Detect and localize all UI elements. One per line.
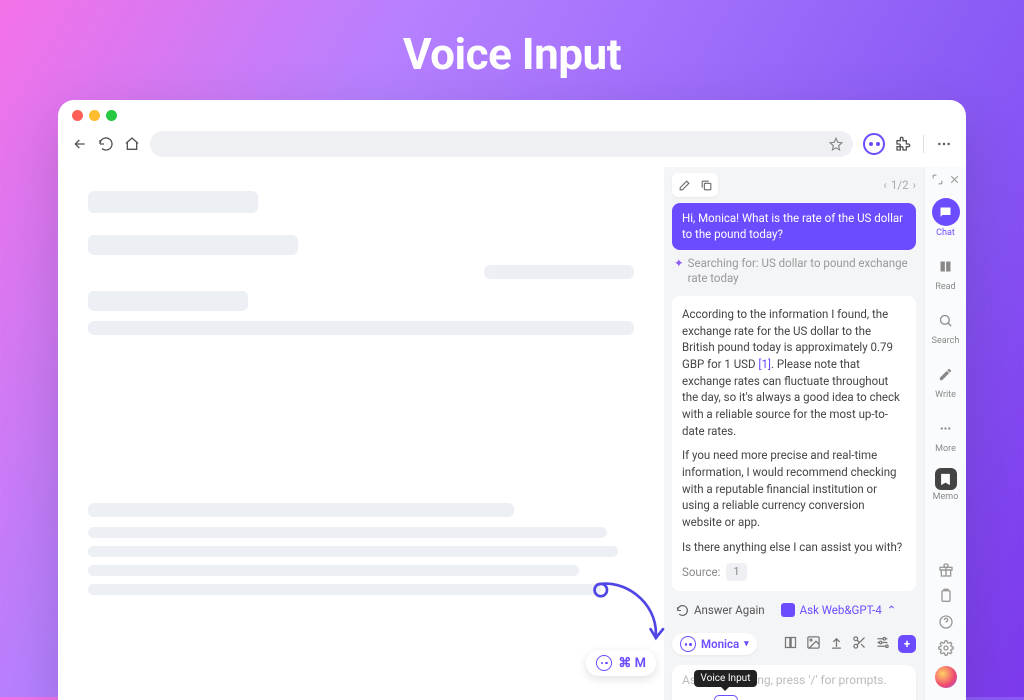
shortcut-pill[interactable]: ⌘ M [586,650,656,676]
expand-icon[interactable] [931,173,944,186]
browser-window: ‹ 1/2 › Hi, Monica! What is the rate of … [58,100,966,700]
pager-prev-icon[interactable]: ‹ [883,178,886,192]
citation-link[interactable]: [1] [758,357,771,371]
monica-extension-icon[interactable] [863,133,885,155]
hero-title: Voice Input [0,0,1024,98]
separator [923,135,924,153]
answer-again-button[interactable]: Answer Again [676,603,765,617]
chat-input[interactable]: Ask me anything, press '/' for prompts. … [672,665,916,700]
book-icon[interactable] [783,635,798,650]
source-chip[interactable]: 1 [726,563,746,581]
window-titlebar [58,100,966,127]
rail-search[interactable]: Search [925,300,966,352]
reload-icon[interactable] [98,136,114,152]
user-message: Hi, Monica! What is the rate of the US d… [672,203,916,250]
browser-toolbar [58,127,966,167]
search-status: ✦ Searching for: US dollar to pound exch… [664,250,924,292]
extensions-icon[interactable] [895,136,911,152]
assistant-answer: According to the information I found, th… [672,296,916,591]
copy-icon[interactable] [697,176,715,194]
close-panel-icon[interactable] [948,173,961,186]
upload-icon[interactable] [829,635,844,650]
image-icon[interactable] [806,635,821,650]
chevron-down-icon: ▾ [744,639,749,649]
rail-write[interactable]: Write [925,354,966,406]
sparkle-icon: ✦ [674,256,684,286]
rail-more[interactable]: More [925,408,966,460]
home-icon[interactable] [124,136,140,152]
voice-input-button[interactable]: Voice Input [714,695,738,700]
rail-read[interactable]: Read [925,246,966,298]
add-button[interactable]: + [898,635,916,653]
user-avatar[interactable] [935,666,957,688]
star-icon[interactable] [829,137,843,151]
url-bar[interactable] [150,131,853,157]
close-window-button[interactable] [72,110,83,121]
edit-icon[interactable] [675,176,693,194]
rail-memo[interactable]: Memo [925,462,966,508]
chevron-up-icon: ⌃ [887,603,897,617]
minimize-window-button[interactable] [89,110,100,121]
source-label: Source: [682,564,720,581]
tune-icon[interactable] [875,635,890,650]
pager-count: 1/2 [891,178,909,192]
maximize-window-button[interactable] [106,110,117,121]
side-rail: Chat Read Search Write More Memo [924,167,966,700]
clipboard-icon[interactable] [938,588,954,604]
monica-icon [680,636,696,652]
monica-icon [596,655,612,671]
scissors-icon[interactable] [852,635,867,650]
sparkle-badge-icon [781,603,795,617]
ask-web-button[interactable]: Ask Web&GPT-4 ⌃ [781,603,897,617]
rail-chat[interactable]: Chat [925,192,966,244]
back-icon[interactable] [72,136,88,152]
settings-icon[interactable] [938,640,954,656]
model-selector[interactable]: Monica ▾ [672,633,757,655]
overflow-menu-icon[interactable] [936,136,952,152]
voice-input-tooltip: Voice Input [694,670,758,687]
help-icon[interactable] [938,614,954,630]
pager-next-icon[interactable]: › [913,178,916,192]
assistant-panel: ‹ 1/2 › Hi, Monica! What is the rate of … [664,167,924,700]
gift-icon[interactable] [938,562,954,578]
page-content [58,167,664,700]
